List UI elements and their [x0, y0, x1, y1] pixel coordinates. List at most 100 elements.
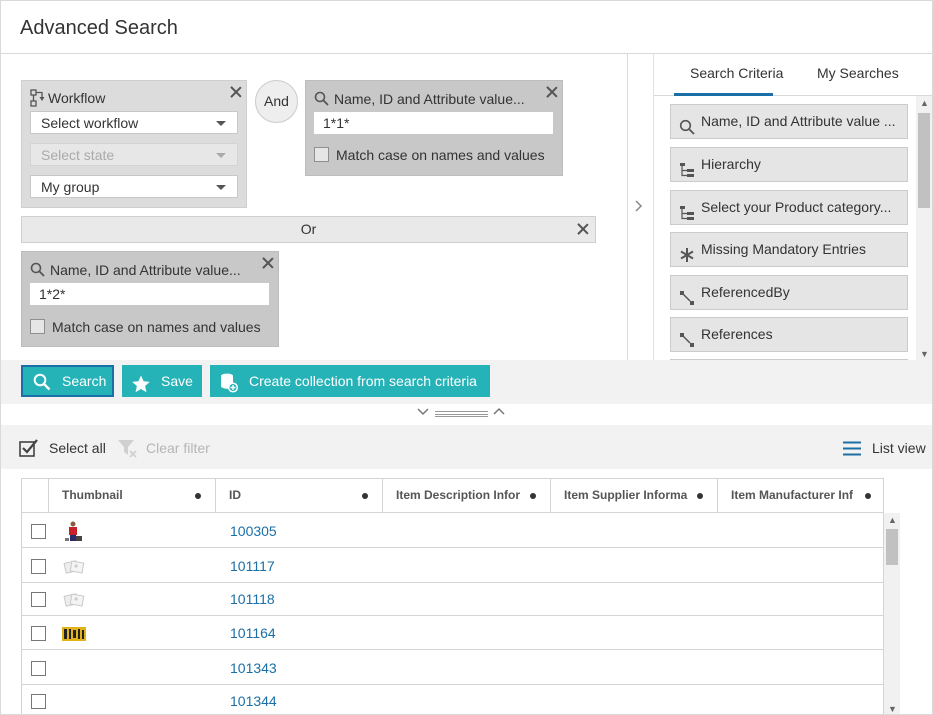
placeholder-image-icon — [62, 556, 86, 578]
row-checkbox[interactable] — [31, 559, 46, 574]
list-view-icon[interactable] — [843, 441, 861, 456]
select-all-icon[interactable] — [19, 438, 39, 458]
page-title: Advanced Search — [20, 17, 178, 39]
right-panel-tabs: Search Criteria My Searches — [654, 54, 932, 96]
select-all-button[interactable]: Select all — [49, 440, 106, 456]
search-criteria-box-1: Name, ID and Attribute value... Match ca… — [305, 80, 563, 176]
chevron-right-icon[interactable] — [634, 199, 644, 216]
search-value-input[interactable] — [314, 112, 553, 134]
table-row[interactable]: 101164 — [22, 616, 883, 650]
workflow-select[interactable]: Select workflow — [30, 111, 238, 134]
criteria-item-name-id-attribute[interactable]: Name, ID and Attribute value ... — [670, 104, 908, 139]
hierarchy-icon — [679, 200, 695, 220]
state-select: Select state — [30, 143, 238, 166]
scroll-down-icon[interactable]: ▼ — [888, 704, 897, 714]
match-case-label: Match case on names and values — [52, 319, 261, 335]
criteria-item-label: Hierarchy — [701, 156, 761, 172]
row-checkbox[interactable] — [31, 626, 46, 641]
criteria-item-referenced-by[interactable]: ReferencedBy — [670, 275, 908, 310]
close-search-criteria-icon[interactable] — [262, 257, 274, 269]
search-button[interactable]: Search — [21, 365, 114, 397]
table-row[interactable]: 101343 — [22, 651, 883, 685]
grid-scrollbar[interactable]: ▲ ▼ — [884, 513, 900, 714]
match-case-checkbox[interactable] — [30, 319, 45, 334]
hierarchy-icon — [679, 157, 695, 177]
tab-search-criteria[interactable]: Search Criteria — [690, 65, 783, 81]
criteria-list-scrollbar[interactable]: ▲ ▼ — [916, 96, 932, 360]
column-header-thumbnail[interactable]: Thumbnail — [49, 479, 216, 513]
column-header-item-supplier[interactable]: Item Supplier Informa — [551, 479, 718, 513]
search-value-input[interactable] — [30, 283, 269, 305]
chevron-down-icon[interactable] — [417, 406, 429, 419]
asterisk-icon — [679, 242, 695, 262]
group-select[interactable]: My group — [30, 175, 238, 198]
panel-splitter[interactable] — [1, 404, 932, 425]
list-view-button[interactable]: List view — [872, 440, 926, 456]
row-id-link[interactable]: 101164 — [230, 625, 276, 641]
close-search-criteria-icon[interactable] — [546, 86, 558, 98]
column-header-label: Item Supplier Informa — [564, 488, 688, 502]
scrollbar-thumb[interactable] — [918, 113, 930, 208]
row-id-link[interactable]: 101118 — [230, 591, 275, 607]
grid-header-select — [22, 479, 49, 513]
splitter-grip-icon[interactable] — [435, 411, 488, 417]
row-checkbox[interactable] — [31, 524, 46, 539]
table-row[interactable]: 101117 — [22, 549, 883, 583]
criteria-list: Name, ID and Attribute value ... Hierarc… — [654, 96, 916, 360]
clear-filter-button: Clear filter — [146, 440, 210, 456]
column-menu-icon[interactable] — [362, 493, 368, 499]
and-operator-button[interactable]: And — [255, 80, 298, 123]
column-header-label: ID — [229, 488, 241, 502]
column-header-item-manufacturer[interactable]: Item Manufacturer Inf — [718, 479, 883, 513]
scroll-down-icon[interactable]: ▼ — [920, 349, 929, 359]
scrollbar-thumb[interactable] — [886, 529, 898, 565]
column-header-item-description[interactable]: Item Description Infor — [383, 479, 551, 513]
save-button[interactable]: Save — [122, 365, 202, 397]
save-button-label: Save — [161, 373, 193, 389]
criteria-item-references[interactable]: References — [670, 317, 908, 352]
match-case-checkbox[interactable] — [314, 147, 329, 162]
group-select-value: My group — [41, 179, 100, 195]
panel-collapse-strip[interactable] — [628, 54, 654, 360]
row-checkbox[interactable] — [31, 694, 46, 709]
criteria-item-product-category[interactable]: Select your Product category... — [670, 190, 908, 225]
thumbnail-image — [62, 521, 86, 543]
column-menu-icon[interactable] — [195, 493, 201, 499]
tab-my-searches[interactable]: My Searches — [817, 65, 899, 81]
criteria-item-missing-mandatory[interactable]: Missing Mandatory Entries — [670, 232, 908, 267]
search-icon — [33, 372, 51, 391]
close-workflow-criteria-icon[interactable] — [230, 86, 242, 98]
table-row[interactable]: 101118 — [22, 582, 883, 616]
scroll-up-icon[interactable]: ▲ — [920, 98, 929, 108]
row-id-link[interactable]: 101117 — [230, 558, 275, 574]
or-label: Or — [300, 221, 317, 237]
criteria-item-label: References — [701, 326, 773, 342]
scroll-up-icon[interactable]: ▲ — [888, 515, 897, 525]
thumbnail-image — [62, 623, 86, 645]
row-checkbox[interactable] — [31, 661, 46, 676]
results-toolbar: Select all Clear filter List view — [1, 425, 932, 469]
star-icon — [132, 372, 150, 393]
row-id-link[interactable]: 100305 — [230, 523, 277, 539]
table-row[interactable]: 101344 — [22, 684, 883, 714]
or-operator-bar[interactable]: Or — [21, 216, 596, 243]
column-menu-icon[interactable] — [865, 493, 871, 499]
column-header-id[interactable]: ID — [216, 479, 383, 513]
reference-icon — [679, 327, 695, 347]
results-grid: Thumbnail ID Item Description Infor Item… — [21, 478, 884, 714]
chevron-up-icon[interactable] — [493, 406, 505, 419]
criteria-item-hierarchy[interactable]: Hierarchy — [670, 147, 908, 182]
row-checkbox[interactable] — [31, 592, 46, 607]
search-criteria-label: Name, ID and Attribute value... — [334, 91, 525, 107]
column-menu-icon[interactable] — [697, 493, 703, 499]
column-header-label: Item Manufacturer Inf — [731, 488, 854, 502]
workflow-label: Workflow — [48, 90, 106, 106]
create-collection-button[interactable]: Create collection from search criteria — [210, 365, 490, 397]
table-row[interactable]: 100305 — [22, 514, 883, 548]
column-menu-icon[interactable] — [530, 493, 536, 499]
row-id-link[interactable]: 101344 — [230, 693, 277, 709]
close-or-group-icon[interactable] — [577, 223, 589, 235]
row-id-link[interactable]: 101343 — [230, 660, 277, 676]
advanced-search-window: Advanced Search Workflow Select workflow… — [0, 0, 933, 715]
criteria-item-label: Select your Product category... — [701, 199, 892, 215]
